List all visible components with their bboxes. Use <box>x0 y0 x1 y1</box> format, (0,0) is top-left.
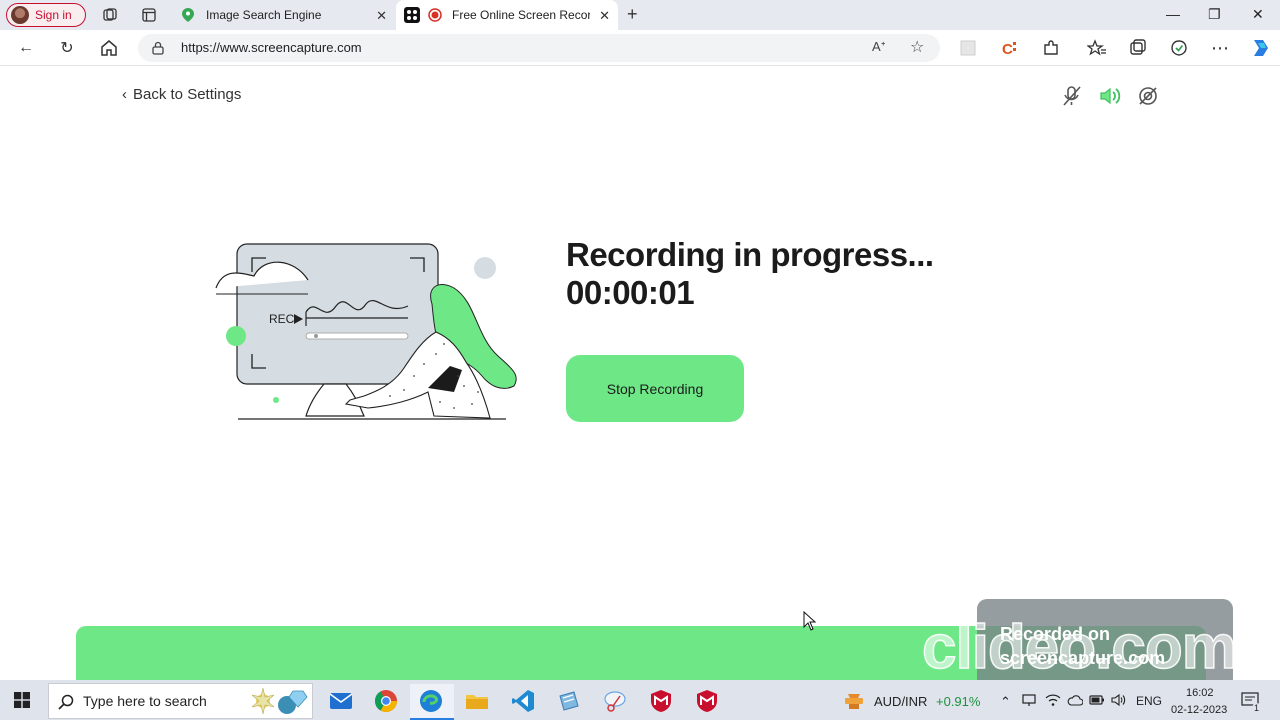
wifi-icon[interactable] <box>1045 693 1061 707</box>
notification-count-badge: 1 <box>1252 703 1262 713</box>
mouse-cursor-icon <box>803 611 817 631</box>
mcafee-security-icon[interactable] <box>694 688 720 714</box>
back-to-settings-link[interactable]: ‹ Back to Settings <box>122 86 241 103</box>
battery-icon[interactable] <box>1089 694 1105 706</box>
search-icon <box>58 694 74 710</box>
refresh-icon[interactable]: ↻ <box>57 38 77 58</box>
signin-label: Sign in <box>35 8 72 22</box>
recording-illustration: REC <box>215 243 517 420</box>
new-tab-button[interactable]: + <box>627 4 638 25</box>
back-label: Back to Settings <box>133 86 242 103</box>
windows-start-icon[interactable] <box>14 692 30 708</box>
home-icon[interactable] <box>99 38 119 58</box>
more-menu-icon[interactable]: ⋯ <box>1210 38 1230 58</box>
svg-text:C: C <box>1002 41 1013 58</box>
clock-time[interactable]: 16:02 <box>1186 687 1214 699</box>
language-indicator[interactable]: ENG <box>1136 694 1162 708</box>
show-hidden-icons-icon[interactable]: ⌃ <box>1000 694 1011 710</box>
tab-title: Image Search Engine <box>206 8 322 22</box>
read-aloud-icon[interactable]: Aᐩ <box>872 39 886 55</box>
screencapture-logo-icon <box>404 7 420 23</box>
search-highlight-art-icon <box>251 687 308 715</box>
tab-title: Free Online Screen Recorde <box>452 8 590 22</box>
speaker-on-icon[interactable] <box>1098 84 1122 108</box>
cloud-icon[interactable] <box>1067 694 1083 706</box>
watermark-line-1: Recorded on <box>1000 624 1111 644</box>
display-icon[interactable] <box>1022 693 1036 707</box>
minimize-icon[interactable]: — <box>1166 6 1180 22</box>
watermark-line-2: screencapture.com <box>1000 648 1166 668</box>
ticker-name[interactable]: AUD/INR <box>874 694 927 709</box>
ticker-change[interactable]: +0.91% <box>936 694 980 709</box>
url-text: https://www.screencapture.com <box>181 40 362 55</box>
recording-dot-icon <box>428 8 442 22</box>
signin-button[interactable]: Sign in <box>6 3 86 27</box>
recording-timer: 00:00:01 <box>566 274 695 311</box>
address-bar[interactable]: https://www.screencapture.com Aᐩ ☆ <box>138 34 940 62</box>
mic-off-icon[interactable] <box>1060 84 1084 108</box>
tab-actions-icon[interactable] <box>141 7 157 23</box>
maximize-icon[interactable]: ❐ <box>1208 6 1221 23</box>
chevron-left-icon: ‹ <box>122 86 127 103</box>
recording-status-title: Recording in progress... <box>566 236 934 273</box>
favorites-icon[interactable] <box>1087 38 1107 58</box>
favorite-star-icon[interactable]: ☆ <box>910 37 924 57</box>
camera-off-icon[interactable] <box>1136 84 1160 108</box>
browser-essentials-icon[interactable] <box>1169 38 1189 58</box>
snipping-tool-icon[interactable] <box>602 688 628 714</box>
collections-icon[interactable] <box>1128 38 1148 58</box>
volume-icon[interactable] <box>1111 693 1127 707</box>
map-pin-icon <box>182 8 194 22</box>
mail-app-icon[interactable] <box>328 688 354 714</box>
stop-recording-button[interactable]: Stop Recording <box>566 355 744 422</box>
rec-label: REC <box>269 312 295 326</box>
close-window-icon[interactable]: ✕ <box>1252 6 1264 23</box>
search-placeholder: Type here to search <box>83 693 207 709</box>
copilot-icon[interactable] <box>1249 37 1271 59</box>
workspaces-icon[interactable] <box>102 7 118 23</box>
tab-image-search[interactable]: Image Search Engine ✕ <box>170 0 395 30</box>
ticker-chart-icon[interactable] <box>843 690 865 712</box>
file-explorer-icon[interactable] <box>464 688 490 714</box>
vscode-app-icon[interactable] <box>510 688 536 714</box>
close-tab-icon[interactable]: ✕ <box>599 8 610 24</box>
back-arrow-icon[interactable]: ← <box>16 38 36 58</box>
notes-app-icon[interactable] <box>556 688 582 714</box>
close-tab-icon[interactable]: ✕ <box>376 8 387 24</box>
taskbar-search-box[interactable]: Type here to search <box>48 683 313 719</box>
extensions-puzzle-icon[interactable] <box>1041 38 1061 58</box>
mcafee-app-icon[interactable] <box>648 688 674 714</box>
avatar <box>11 6 29 24</box>
chrome-app-icon[interactable] <box>373 688 399 714</box>
tab-screen-recorder[interactable]: Free Online Screen Recorde ✕ <box>396 0 618 30</box>
browser-toolbar: ← ↻ https://www.screencapture.com Aᐩ ☆ C… <box>0 30 1280 66</box>
edge-app-icon[interactable] <box>418 688 444 714</box>
lock-icon[interactable] <box>152 41 164 55</box>
extension-placeholder-icon[interactable] <box>958 38 978 58</box>
clock-date[interactable]: 02-12-2023 <box>1171 704 1227 716</box>
coupon-extension-icon[interactable]: C <box>1000 38 1020 58</box>
browser-titlebar: Sign in Image Search Engine ✕ Free Onlin… <box>0 0 1280 30</box>
